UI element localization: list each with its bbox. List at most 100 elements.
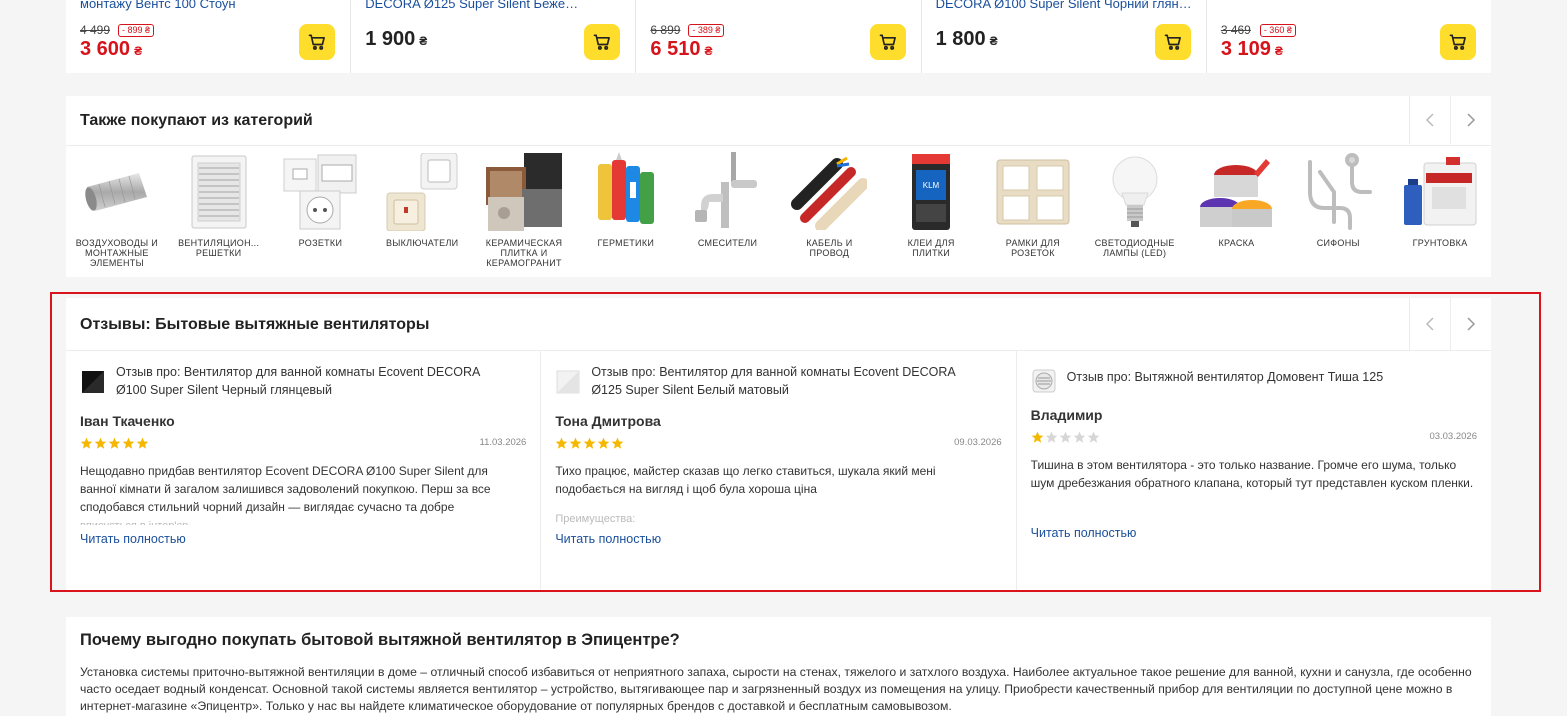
- review-product[interactable]: Отзыв про: Вытяжной вентилятор Домовент …: [1031, 368, 1461, 394]
- product-name[interactable]: DECORA Ø125 Super Silent Бежеви...: [365, 0, 580, 12]
- price: 3 600 ₴: [80, 38, 142, 61]
- cart-icon: [594, 34, 611, 50]
- cart-icon: [1164, 34, 1181, 50]
- section-title: Отзывы: Бытовые вытяжные вентиляторы: [80, 316, 430, 333]
- price: 1 900 ₴: [365, 28, 427, 51]
- category-item[interactable]: Смесители: [677, 152, 779, 268]
- product-card[interactable]: DECORA Ø125 Super Silent Бежеви... 1 900…: [351, 0, 637, 73]
- product-card[interactable]: 3 469 - 360 ₴ 3 109 ₴: [1207, 0, 1491, 73]
- category-label: Грунтовка: [1412, 238, 1468, 248]
- add-to-cart-button[interactable]: [299, 24, 336, 60]
- category-item[interactable]: Светодиодные лампы (LED): [1084, 152, 1186, 268]
- next-button[interactable]: [1450, 96, 1491, 144]
- star-filled-icon: [80, 437, 93, 449]
- category-item[interactable]: Грунтовка: [1389, 152, 1491, 268]
- review-date: 11.03.2026: [479, 437, 527, 448]
- carousel-arrows: [1409, 96, 1491, 144]
- add-to-cart-button[interactable]: [1154, 24, 1191, 60]
- review-author: Тона Дмитрова: [555, 413, 661, 429]
- section-title: Почему выгодно покупать бытовой вытяжной…: [80, 631, 680, 649]
- currency: ₴: [989, 34, 998, 48]
- price: 6 510 ₴: [650, 38, 712, 61]
- category-item[interactable]: Кабель и провод: [778, 152, 880, 268]
- star-filled-icon: [611, 437, 624, 449]
- review-author: Владимир: [1030, 407, 1103, 423]
- price-value: 3 109: [1220, 38, 1271, 60]
- category-item[interactable]: Выключатели: [371, 152, 473, 268]
- category-item[interactable]: Розетки: [270, 152, 372, 268]
- page: монтажу Вентс 100 Стоун 4 499 - 899 ₴ 3 …: [0, 0, 1567, 716]
- review-product-name: Отзыв про: Вентилятор для ванной комнаты…: [591, 365, 955, 397]
- prev-button[interactable]: [1409, 298, 1450, 350]
- category-item[interactable]: Рамки для розеток: [982, 152, 1084, 268]
- category-item[interactable]: Сифоны: [1287, 152, 1389, 268]
- star-filled-icon: [136, 437, 149, 449]
- duct-icon: [85, 173, 147, 211]
- category-label: Герметики: [597, 238, 655, 248]
- category-item[interactable]: Вентиляцион... решетки: [168, 152, 270, 268]
- chevron-left-icon: [1425, 113, 1434, 127]
- next-button[interactable]: [1450, 298, 1491, 350]
- product-card[interactable]: DECORA Ø100 Super Silent Чорний глянцеви…: [922, 0, 1207, 73]
- review-text-fade: вписується в інтер'єр: [80, 517, 188, 525]
- chevron-right-icon: [1467, 113, 1476, 127]
- review-product-name: Отзыв про: Вытяжной вентилятор Домовент …: [1066, 370, 1384, 384]
- review-product-name: Отзыв про: Вентилятор для ванной комнаты…: [116, 365, 480, 397]
- price-value: 6 510: [650, 38, 701, 60]
- star-empty-icon: [1073, 431, 1086, 443]
- section-title: Также покупают из категорий: [80, 112, 313, 129]
- star-empty-icon: [1059, 431, 1072, 443]
- add-to-cart-button[interactable]: [1440, 24, 1477, 60]
- review-date: 03.03.2026: [1429, 431, 1477, 442]
- review-card: Отзыв про: Вентилятор для ванной комнаты…: [66, 351, 542, 591]
- prev-button[interactable]: [1409, 96, 1450, 144]
- price-value: 1 800: [935, 28, 986, 50]
- cart-icon: [1449, 34, 1466, 50]
- discount-badge: - 360 ₴: [1259, 24, 1296, 37]
- product-strip: монтажу Вентс 100 Стоун 4 499 - 899 ₴ 3 …: [66, 0, 1491, 73]
- led-bulb-icon: [1112, 156, 1158, 227]
- category-item[interactable]: Керамическая плитка и керамогранит: [473, 152, 575, 268]
- read-more-link[interactable]: Читать полностью: [1031, 526, 1137, 540]
- category-label: Кабель и провод: [806, 238, 853, 258]
- star-filled-icon: [569, 437, 582, 449]
- read-more-link[interactable]: Читать полностью: [80, 532, 186, 546]
- category-item[interactable]: KLM Клеи для плитки: [880, 152, 982, 268]
- add-to-cart-button[interactable]: [869, 24, 906, 60]
- paint-icon: [1200, 159, 1273, 227]
- old-price: 3 469: [1220, 23, 1251, 37]
- review-list: Отзыв про: Вентилятор для ванной комнаты…: [66, 351, 1491, 591]
- svg-text:KLM: KLM: [923, 181, 940, 190]
- review-text-fade: Преимущества:: [555, 513, 636, 525]
- cable-icon: [791, 156, 868, 230]
- product-name[interactable]: монтажу Вентс 100 Стоун: [80, 0, 295, 12]
- currency: ₴: [134, 44, 143, 58]
- category-label: Выключатели: [386, 238, 459, 248]
- product-card[interactable]: 6 899 - 389 ₴ 6 510 ₴: [636, 0, 922, 73]
- primer-icon: [1404, 157, 1477, 226]
- category-item[interactable]: Герметики: [575, 152, 677, 268]
- category-item[interactable]: Краска: [1186, 152, 1288, 268]
- review-author: Іван Ткаченко: [80, 413, 175, 429]
- review-product[interactable]: Отзыв про: Вентилятор для ванной комнаты…: [555, 363, 985, 399]
- frame-icon: [996, 159, 1070, 225]
- siphon-icon: [1308, 153, 1373, 230]
- vent-grille-icon: [191, 155, 247, 229]
- review-card: Отзыв про: Вентилятор для ванной комнаты…: [541, 351, 1017, 591]
- category-label: Розетки: [298, 238, 343, 248]
- product-name[interactable]: DECORA Ø100 Super Silent Чорний глянцеви…: [936, 0, 1196, 12]
- review-product[interactable]: Отзыв про: Вентилятор для ванной комнаты…: [80, 363, 510, 399]
- review-text: Тихо працює, майстер сказав що легко ста…: [555, 464, 936, 496]
- add-to-cart-button[interactable]: [584, 24, 621, 60]
- chevron-right-icon: [1467, 317, 1476, 331]
- category-label: Смесители: [697, 238, 758, 248]
- star-filled-icon: [555, 437, 568, 449]
- category-label: Вентиляцион... решетки: [178, 238, 260, 258]
- price-value: 1 900: [365, 28, 416, 50]
- read-more-link[interactable]: Читать полностью: [555, 532, 661, 546]
- product-card[interactable]: монтажу Вентс 100 Стоун 4 499 - 899 ₴ 3 …: [66, 0, 352, 73]
- category-item[interactable]: Воздуховоды и монтажные элементы: [66, 152, 168, 268]
- star-filled-icon: [94, 437, 107, 449]
- category-label: Керамическая плитка и керамогранит: [485, 238, 563, 268]
- review-text: Тишина в этом вентилятора - это только н…: [1030, 458, 1474, 490]
